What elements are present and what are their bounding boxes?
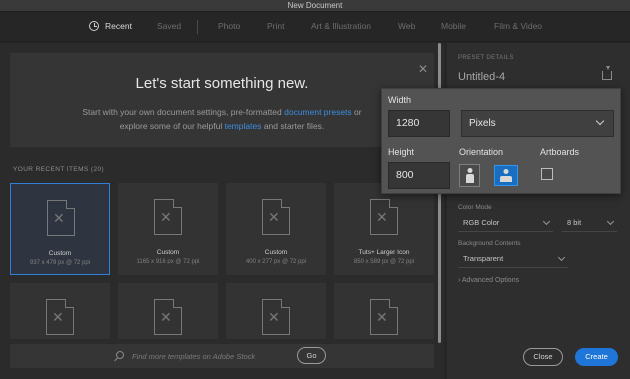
- height-input[interactable]: 800: [388, 162, 450, 189]
- landscape-orientation-button[interactable]: [494, 165, 518, 186]
- close-button[interactable]: Close: [523, 348, 563, 366]
- recent-item-name: Tuts+ Larger Icon: [358, 249, 410, 256]
- document-icon: ✕: [370, 299, 398, 335]
- welcome-text-part: Start with your own document settings, p…: [82, 107, 285, 117]
- recent-items-title: YOUR RECENT ITEMS: [13, 166, 89, 173]
- recent-item-dimensions: 850 x 589 px @ 72 ppi: [353, 259, 415, 265]
- close-icon[interactable]: ✕: [418, 62, 428, 76]
- document-presets-link[interactable]: document presets: [284, 107, 352, 117]
- category-tabbar: Recent Saved Photo Print Art & Illustrat…: [0, 12, 630, 42]
- document-icon: ✕: [154, 299, 182, 335]
- person-icon: [467, 168, 472, 173]
- create-button[interactable]: Create: [575, 348, 618, 366]
- person-icon: [503, 169, 509, 174]
- background-contents-select[interactable]: Transparent: [458, 252, 568, 268]
- recent-item-name: Custom: [156, 249, 180, 256]
- portrait-orientation-button[interactable]: [459, 164, 480, 187]
- document-icon: ✕: [46, 299, 74, 335]
- color-mode-label: Color Mode: [458, 204, 492, 211]
- welcome-text-part: and starter files.: [261, 121, 325, 131]
- height-label: Height: [388, 147, 415, 157]
- document-icon: ✕: [154, 199, 182, 235]
- recent-items-count: (20): [90, 166, 105, 173]
- welcome-panel: Let's start something new. Start with yo…: [10, 53, 434, 147]
- recent-item-card[interactable]: ✕ Custom 937 x 479 px @ 72 ppi: [10, 183, 110, 275]
- welcome-text-part: explore some of our helpful: [119, 121, 225, 131]
- left-pane: Let's start something new. Start with yo…: [0, 43, 444, 379]
- bit-depth-select[interactable]: 8 bit: [562, 216, 617, 232]
- window-title: New Document: [0, 0, 630, 12]
- recent-item-dimensions: 400 x 277 px @ 72 ppi: [245, 259, 307, 265]
- recent-item-dimensions: 1165 x 916 px @ 72 ppi: [136, 259, 200, 265]
- recent-item-name: Custom: [48, 250, 72, 257]
- width-label: Width: [388, 95, 412, 105]
- search-icon: [116, 351, 124, 359]
- document-icon: ✕: [47, 200, 75, 236]
- recent-item-card[interactable]: ✕: [334, 283, 434, 339]
- recent-item-dimensions: 937 x 479 px @ 72 ppi: [29, 260, 91, 266]
- artboards-label: Artboards: [540, 147, 580, 157]
- tab-film-video[interactable]: Film & Video: [494, 21, 542, 31]
- unit-select[interactable]: Pixels: [461, 110, 614, 137]
- tab-recent[interactable]: Recent: [105, 21, 132, 31]
- background-contents-label: Background Contents: [458, 240, 521, 247]
- recent-item-card[interactable]: ✕: [118, 283, 218, 339]
- document-size-popup: Width 1280 Pixels Height 800 Orientation…: [381, 88, 621, 194]
- stock-search-input[interactable]: Find more templates on Adobe Stock: [132, 352, 255, 361]
- landscape-body-icon: [500, 176, 512, 182]
- color-mode-select[interactable]: RGB Color: [458, 216, 553, 232]
- preset-details-label: PRESET DETAILS: [458, 55, 514, 61]
- document-icon: ✕: [370, 199, 398, 235]
- stock-search-bar: Find more templates on Adobe Stock Go: [10, 344, 434, 368]
- recent-items-label: YOUR RECENT ITEMS (20): [13, 166, 104, 173]
- advanced-options-toggle[interactable]: › Advanced Options: [458, 277, 519, 284]
- portrait-body-icon: [465, 174, 474, 183]
- welcome-text-part: or: [351, 107, 362, 117]
- document-icon: ✕: [262, 199, 290, 235]
- welcome-title: Let's start something new.: [135, 75, 309, 92]
- width-input[interactable]: 1280: [388, 110, 450, 137]
- artboards-checkbox[interactable]: [541, 168, 553, 180]
- chevron-down-icon: [606, 217, 615, 226]
- recent-item-card[interactable]: ✕ Custom 1165 x 916 px @ 72 ppi: [118, 183, 218, 275]
- tab-photo[interactable]: Photo: [218, 21, 240, 31]
- tab-mobile[interactable]: Mobile: [441, 21, 466, 31]
- bit-depth-value: 8 bit: [567, 218, 582, 227]
- go-button[interactable]: Go: [297, 347, 326, 364]
- orientation-label: Orientation: [459, 147, 504, 157]
- color-mode-value: RGB Color: [463, 218, 500, 227]
- tab-art-illustration[interactable]: Art & Illustration: [311, 21, 371, 31]
- recent-item-name: Custom: [264, 249, 288, 256]
- tab-print[interactable]: Print: [267, 21, 284, 31]
- chevron-down-icon: [542, 217, 551, 226]
- document-icon: ✕: [262, 299, 290, 335]
- unit-value: Pixels: [469, 118, 496, 129]
- tab-divider: [197, 20, 198, 34]
- welcome-text: Start with your own document settings, p…: [70, 105, 374, 133]
- recent-item-card[interactable]: ✕ Tuts+ Larger Icon 850 x 589 px @ 72 pp…: [334, 183, 434, 275]
- save-preset-icon[interactable]: [602, 66, 612, 80]
- tab-saved[interactable]: Saved: [157, 21, 181, 31]
- templates-link[interactable]: templates: [225, 121, 262, 131]
- clock-icon: [89, 21, 99, 31]
- chevron-down-icon: [595, 116, 605, 126]
- recent-item-card[interactable]: ✕ Custom 400 x 277 px @ 72 ppi: [226, 183, 326, 275]
- recent-item-card[interactable]: ✕: [10, 283, 110, 339]
- document-name-field[interactable]: Untitled-4: [458, 71, 505, 83]
- recent-item-card[interactable]: ✕: [226, 283, 326, 339]
- chevron-down-icon: [557, 253, 566, 262]
- tab-web[interactable]: Web: [398, 21, 415, 31]
- background-contents-value: Transparent: [463, 254, 504, 263]
